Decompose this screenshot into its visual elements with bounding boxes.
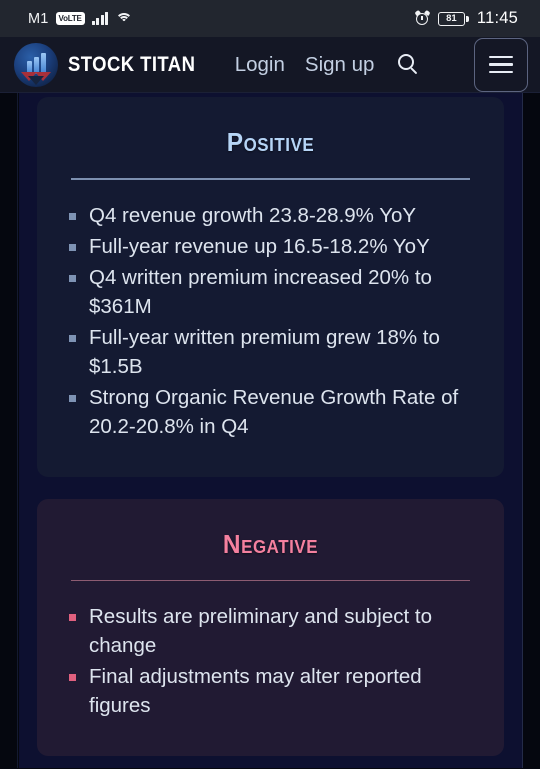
page-body: Positive Q4 revenue growth 23.8-28.9% Yo…	[0, 93, 540, 768]
signup-link[interactable]: Sign up	[305, 53, 375, 77]
positive-bullet-list: Q4 revenue growth 23.8-28.9% YoY Full-ye…	[63, 201, 478, 441]
phone-screen: M1 VoLTE 81 11:45 STOCK TITAN Login Sign…	[0, 0, 540, 769]
brand-name: STOCK TITAN	[68, 52, 196, 76]
search-button[interactable]	[392, 48, 426, 82]
left-rail	[0, 93, 18, 768]
signal-bars-icon	[91, 12, 109, 25]
list-item: Full-year written premium grew 18% to $1…	[63, 323, 478, 381]
list-item: Results are preliminary and subject to c…	[63, 602, 478, 660]
alarm-clock-icon	[414, 9, 431, 26]
negative-card: Negative Results are preliminary and sub…	[37, 498, 504, 756]
list-item: Q4 written premium increased 20% to $361…	[63, 263, 478, 321]
status-bar-right: 81 11:45	[414, 9, 526, 28]
right-rail	[522, 93, 540, 768]
list-item: Full-year revenue up 16.5-18.2% YoY	[63, 232, 478, 261]
negative-bullet-list: Results are preliminary and subject to c…	[63, 602, 478, 720]
battery-icon: 81	[437, 11, 469, 26]
status-bar: M1 VoLTE 81 11:45	[0, 0, 540, 37]
header-nav: Login Sign up	[235, 53, 375, 77]
site-header: STOCK TITAN Login Sign up	[0, 37, 540, 93]
content-container: Positive Q4 revenue growth 23.8-28.9% Yo…	[19, 93, 522, 768]
positive-card: Positive Q4 revenue growth 23.8-28.9% Yo…	[37, 97, 504, 477]
login-link[interactable]: Login	[235, 53, 285, 77]
status-bar-left: M1 VoLTE	[14, 10, 133, 27]
search-icon	[398, 53, 420, 76]
list-item: Strong Organic Revenue Growth Rate of 20…	[63, 383, 478, 441]
volte-badge: VoLTE	[55, 12, 85, 25]
stock-titan-logo-icon	[14, 42, 58, 87]
brand-home-link[interactable]: STOCK TITAN	[14, 42, 213, 87]
carrier-label: M1	[28, 10, 49, 27]
list-item: Q4 revenue growth 23.8-28.9% YoY	[63, 201, 478, 230]
negative-card-divider	[71, 579, 470, 581]
positive-card-title: Positive	[226, 127, 315, 157]
positive-card-divider	[71, 178, 470, 180]
list-item: Final adjustments may alter reported fig…	[63, 662, 478, 720]
wifi-icon	[115, 12, 133, 25]
negative-card-title: Negative	[222, 528, 319, 559]
clock-label: 11:45	[476, 9, 518, 27]
hamburger-menu-button[interactable]	[474, 37, 528, 92]
battery-level-label: 81	[446, 12, 457, 24]
